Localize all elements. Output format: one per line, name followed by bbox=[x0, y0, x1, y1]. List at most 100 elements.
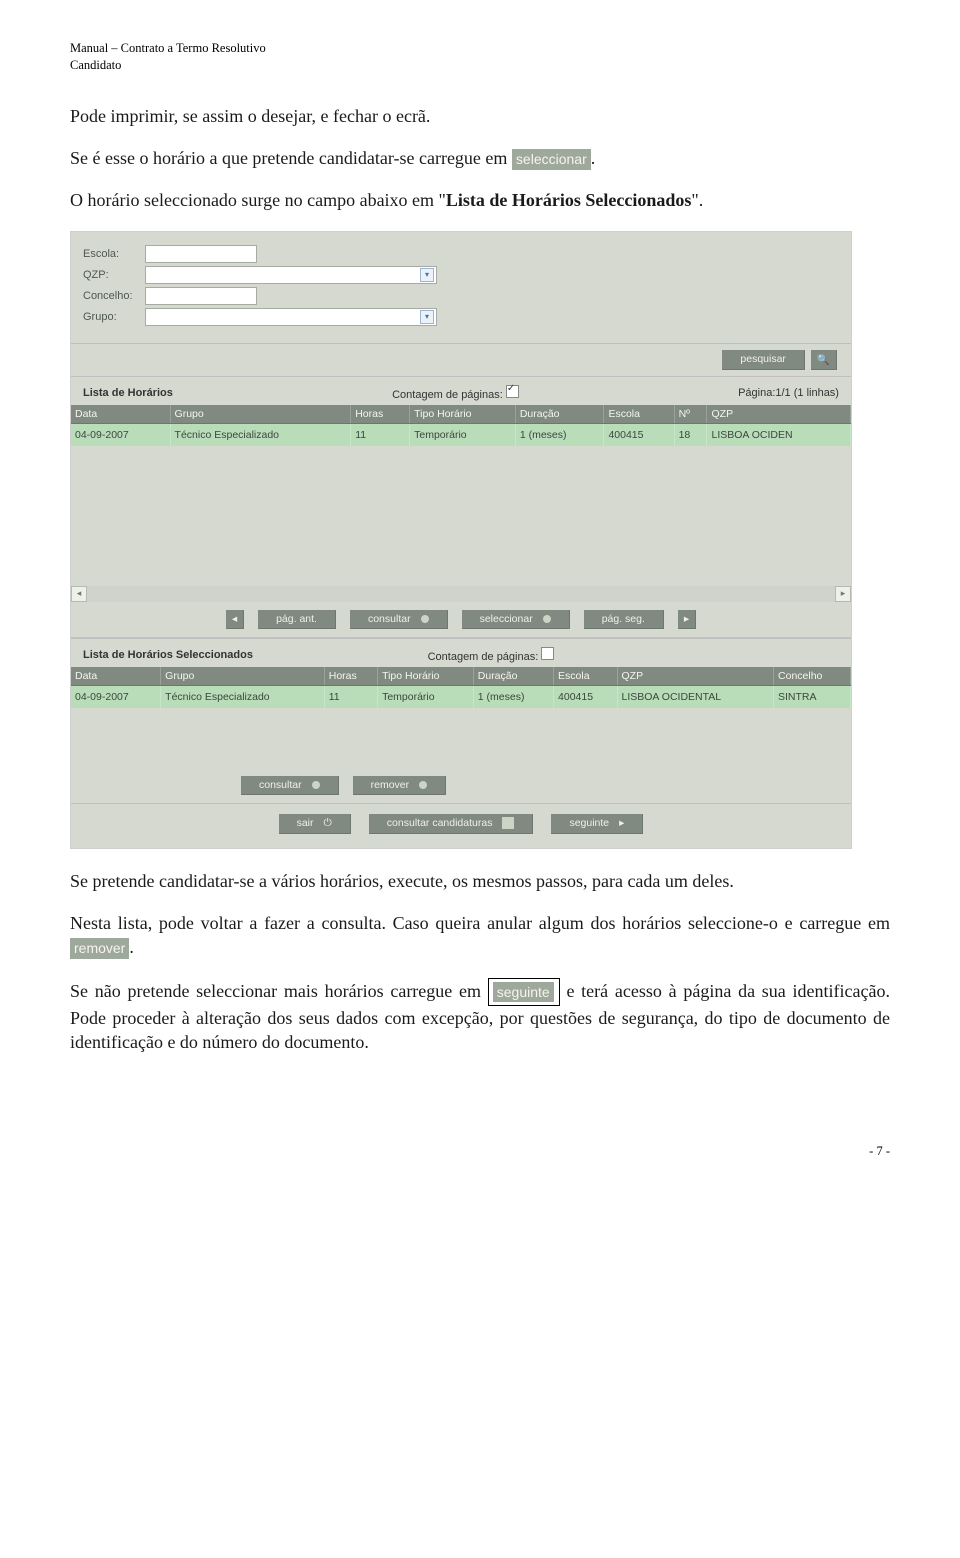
page-number: - 7 - bbox=[70, 1144, 890, 1159]
triangle-right-icon: ▸ bbox=[619, 817, 624, 829]
paragraph-3-c: Seleccionados bbox=[585, 190, 691, 210]
list2-header-bar: Lista de Horários Seleccionados Contagem… bbox=[71, 638, 851, 667]
consultar-label: consultar bbox=[368, 613, 411, 625]
list2-row[interactable]: 04-09-2007 Técnico Especializado 11 Temp… bbox=[71, 685, 851, 708]
list2-table: Data Grupo Horas Tipo Horário Duração Es… bbox=[71, 667, 851, 708]
paragraph-6-a: Se não pretende seleccionar mais horário… bbox=[70, 981, 488, 1001]
list1-header-row: Data Grupo Horas Tipo Horário Duração Es… bbox=[71, 405, 851, 424]
list1-nav-buttons: ◂ pág. ant. consultar seleccionar pág. s… bbox=[71, 602, 851, 638]
pag-ant-button[interactable]: pág. ant. bbox=[258, 610, 336, 629]
list1-c-data: 04-09-2007 bbox=[71, 423, 170, 446]
remover-label: remover bbox=[371, 779, 410, 791]
filter-grupo-select[interactable]: ▾ bbox=[145, 308, 437, 326]
doc-header: Manual – Contrato a Termo Resolutivo Can… bbox=[70, 40, 890, 74]
paragraph-2-text: Se é esse o horário a que pretende candi… bbox=[70, 148, 512, 168]
list2-c-tipo: Temporário bbox=[378, 685, 474, 708]
list1-row[interactable]: 04-09-2007 Técnico Especializado 11 Temp… bbox=[71, 423, 851, 446]
pag-seg-button[interactable]: pág. seg. bbox=[584, 610, 664, 629]
list1-c-tipo: Temporário bbox=[410, 423, 516, 446]
list2-c-grupo: Técnico Especializado bbox=[161, 685, 325, 708]
scroll-right-icon[interactable]: ▸ bbox=[835, 586, 851, 602]
list1-contagem-checkbox[interactable] bbox=[506, 385, 519, 398]
filter-concelho-input[interactable] bbox=[145, 287, 257, 305]
inline-button-remover: remover bbox=[70, 938, 129, 959]
paragraph-3-d: ". bbox=[691, 190, 703, 210]
dot-icon bbox=[421, 615, 429, 623]
consultar2-button[interactable]: consultar bbox=[241, 776, 339, 795]
filter-grupo-row: Grupo: ▾ bbox=[83, 308, 839, 326]
consultar-candidaturas-button[interactable]: consultar candidaturas bbox=[369, 814, 534, 834]
paragraph-5-b: . bbox=[129, 937, 134, 957]
seleccionar-button[interactable]: seleccionar bbox=[462, 610, 570, 629]
list2-contagem: Contagem de páginas: bbox=[428, 647, 555, 663]
list1-header-bar: Lista de Horários Contagem de páginas: P… bbox=[71, 376, 851, 405]
paragraph-3: O horário seleccionado surge no campo ab… bbox=[70, 188, 890, 212]
scroll-left-icon[interactable]: ◂ bbox=[71, 586, 87, 602]
filter-qzp-label: QZP: bbox=[83, 269, 145, 281]
download-icon bbox=[502, 817, 514, 829]
dot-icon bbox=[419, 781, 427, 789]
list1-c-escola: 400415 bbox=[604, 423, 674, 446]
magnifier-icon: 🔍 bbox=[817, 353, 830, 366]
filter-escola-label: Escola: bbox=[83, 248, 145, 260]
search-filters: Escola: QZP: ▾ Concelho: Grupo: ▾ bbox=[71, 232, 851, 344]
filter-concelho-row: Concelho: bbox=[83, 287, 839, 305]
list2-c-qzp: LISBOA OCIDENTAL bbox=[617, 685, 774, 708]
filter-concelho-label: Concelho: bbox=[83, 290, 145, 302]
doc-header-line1: Manual – Contrato a Termo Resolutivo bbox=[70, 41, 266, 55]
chevron-down-icon: ▾ bbox=[420, 268, 434, 282]
list2-c-horas: 11 bbox=[324, 685, 377, 708]
pag-ant-arrow[interactable]: ◂ bbox=[226, 610, 244, 629]
list1-h-grupo: Grupo bbox=[170, 405, 351, 424]
seguinte-label: seguinte bbox=[569, 817, 609, 829]
list2-c-duracao: 1 (meses) bbox=[473, 685, 553, 708]
consultar-cand-label: consultar candidaturas bbox=[387, 817, 493, 829]
consultar2-label: consultar bbox=[259, 779, 302, 791]
dot-icon bbox=[543, 615, 551, 623]
list2-c-concelho: SINTRA bbox=[774, 685, 851, 708]
filter-qzp-select[interactable]: ▾ bbox=[145, 266, 437, 284]
list2-title: Lista de Horários Seleccionados bbox=[83, 649, 253, 661]
list2-h-duracao: Duração bbox=[473, 667, 553, 686]
dot-icon bbox=[312, 781, 320, 789]
sair-button[interactable]: sair ⏻ bbox=[279, 814, 351, 834]
list2-contagem-label: Contagem de páginas: bbox=[428, 651, 539, 663]
pag-ant-label: pág. ant. bbox=[276, 613, 317, 625]
list1-c-no: 18 bbox=[674, 423, 707, 446]
list1-c-horas: 11 bbox=[351, 423, 410, 446]
list1-contagem: Contagem de páginas: bbox=[392, 385, 519, 401]
list2-h-concelho: Concelho bbox=[774, 667, 851, 686]
filter-qzp-row: QZP: ▾ bbox=[83, 266, 839, 284]
triangle-left-icon: ◂ bbox=[232, 613, 237, 625]
paragraph-5: Nesta lista, pode voltar a fazer a consu… bbox=[70, 911, 890, 960]
paragraph-2-tail: . bbox=[591, 148, 596, 168]
seleccionar-label: seleccionar bbox=[480, 613, 533, 625]
pesquisar-button-label: pesquisar bbox=[740, 353, 786, 365]
filter-grupo-label: Grupo: bbox=[83, 311, 145, 323]
list1-h-tipo: Tipo Horário bbox=[410, 405, 516, 424]
list2-nav-buttons: consultar remover bbox=[71, 768, 851, 804]
filter-escola-input[interactable] bbox=[145, 245, 257, 263]
list1-h-duracao: Duração bbox=[515, 405, 604, 424]
search-icon-button[interactable]: 🔍 bbox=[811, 350, 837, 370]
paragraph-4: Se pretende candidatar-se a vários horár… bbox=[70, 869, 890, 893]
list1-empty-area bbox=[71, 446, 851, 586]
list1-c-duracao: 1 (meses) bbox=[515, 423, 604, 446]
list1-h-qzp: QZP bbox=[707, 405, 851, 424]
sair-label: sair bbox=[297, 817, 314, 829]
doc-header-line2: Candidato bbox=[70, 58, 121, 72]
paragraph-3-b: Lista de Horários bbox=[446, 190, 581, 210]
list2-contagem-checkbox[interactable] bbox=[541, 647, 554, 660]
inline-button-seguinte-outline: seguinte bbox=[488, 978, 560, 1006]
list2-h-data: Data bbox=[71, 667, 161, 686]
paragraph-1: Pode imprimir, se assim o desejar, e fec… bbox=[70, 104, 890, 128]
consultar-button[interactable]: consultar bbox=[350, 610, 448, 629]
list2-h-tipo: Tipo Horário bbox=[378, 667, 474, 686]
seguinte-button[interactable]: seguinte ▸ bbox=[551, 814, 643, 834]
remover-button[interactable]: remover bbox=[353, 776, 447, 795]
list1-scrollbar[interactable]: ◂ ▸ bbox=[71, 586, 851, 602]
pesquisar-button[interactable]: pesquisar bbox=[722, 350, 805, 370]
pag-seg-label: pág. seg. bbox=[602, 613, 645, 625]
pag-seg-arrow[interactable]: ▸ bbox=[678, 610, 696, 629]
list1-c-grupo: Técnico Especializado bbox=[170, 423, 351, 446]
